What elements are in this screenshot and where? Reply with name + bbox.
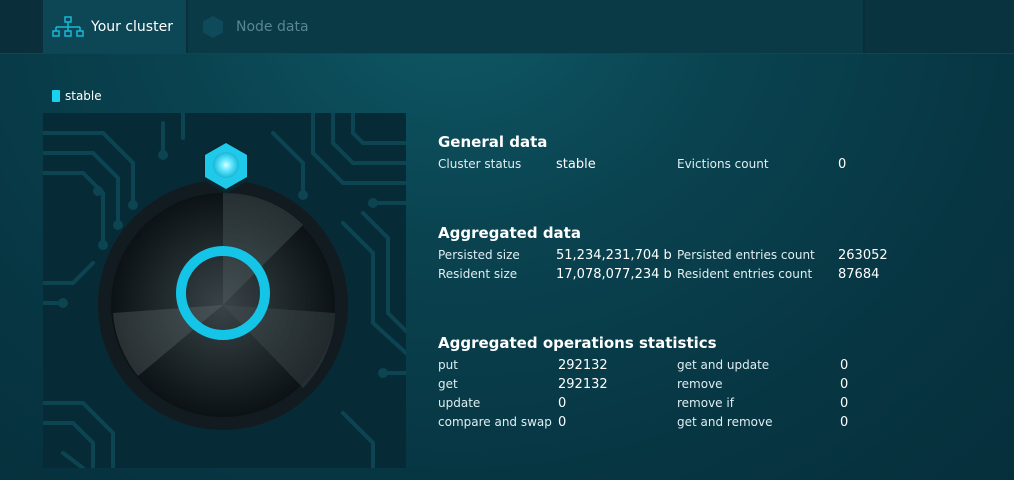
cluster-visualization (43, 113, 406, 468)
tab-your-cluster[interactable]: Your cluster (43, 0, 186, 53)
network-tree-icon (51, 15, 85, 38)
evictions-count-label: Evictions count (677, 157, 769, 171)
op-label-remove: remove (677, 377, 723, 391)
tab-your-cluster-label: Your cluster (91, 18, 173, 35)
op-value-remove-if: 0 (840, 396, 849, 411)
op-value-compare-and-swap: 0 (558, 415, 567, 430)
tab-bar-filler (865, 0, 1014, 53)
cluster-status-label: Cluster status (438, 157, 522, 171)
resident-entries-value: 87684 (838, 267, 880, 282)
op-label-get-and-remove: get and remove (677, 415, 773, 429)
resident-size-value: 17,078,077,234 b (556, 267, 672, 282)
op-value-update: 0 (558, 396, 567, 411)
top-tab-bar: Your cluster Node data (0, 0, 1014, 54)
persisted-size-label: Persisted size (438, 248, 520, 262)
hexagon-icon (200, 15, 226, 38)
status-square-icon (52, 90, 60, 102)
op-label-update: update (438, 396, 481, 410)
op-label-get-and-update: get and update (677, 358, 770, 372)
tab-node-data-label: Node data (236, 18, 309, 35)
status-label: stable (65, 89, 102, 103)
op-label-get: get (438, 377, 458, 391)
persisted-entries-label: Persisted entries count (677, 248, 815, 262)
persisted-entries-value: 263052 (838, 248, 888, 263)
persisted-size-value: 51,234,231,704 b (556, 248, 672, 263)
evictions-count-value: 0 (838, 157, 847, 172)
op-value-get-and-remove: 0 (840, 415, 849, 430)
op-value-remove: 0 (840, 377, 849, 392)
resident-entries-label: Resident entries count (677, 267, 813, 281)
resident-size-label: Resident size (438, 267, 518, 281)
operations-heading: Aggregated operations statistics (438, 334, 717, 352)
op-label-compare-and-swap: compare and swap (438, 415, 552, 429)
aggregated-data-heading: Aggregated data (438, 224, 581, 242)
glowing-hexagon-node-icon[interactable] (213, 152, 239, 178)
tab-node-data[interactable]: Node data (188, 0, 863, 53)
op-value-put: 292132 (558, 358, 608, 373)
op-label-put: put (438, 358, 458, 372)
op-value-get-and-update: 0 (840, 358, 849, 373)
op-label-remove-if: remove if (677, 396, 734, 410)
op-value-get: 292132 (558, 377, 608, 392)
cluster-status-indicator: stable (52, 89, 102, 103)
general-data-heading: General data (438, 133, 548, 151)
cluster-status-value: stable (556, 157, 596, 172)
